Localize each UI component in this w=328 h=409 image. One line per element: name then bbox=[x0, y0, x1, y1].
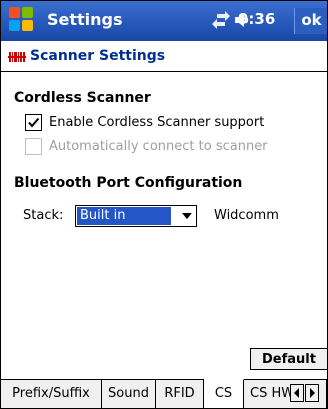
tab-rfid[interactable]: RFID bbox=[156, 380, 204, 408]
enable-cordless-label[interactable]: Enable Cordless Scanner support bbox=[49, 115, 264, 130]
tab-prefix-suffix[interactable]: Prefix/Suffix bbox=[1, 380, 102, 408]
window-title: Settings bbox=[47, 10, 123, 29]
tab-scroll-right[interactable] bbox=[305, 384, 319, 402]
cordless-section-title: Cordless Scanner bbox=[14, 90, 151, 106]
checkmark-icon bbox=[28, 117, 40, 128]
auto-connect-label[interactable]: Automatically connect to scanner bbox=[49, 139, 268, 154]
connectivity-icon[interactable] bbox=[211, 10, 231, 30]
auto-connect-checkbox[interactable] bbox=[25, 138, 42, 155]
ok-button[interactable]: ok bbox=[294, 8, 327, 34]
stack-label: Stack: bbox=[23, 208, 64, 223]
bluetooth-section-title: Bluetooth Port Configuration bbox=[14, 175, 243, 191]
tab-scroll-left[interactable] bbox=[290, 384, 304, 402]
scanner-settings-icon bbox=[8, 51, 26, 63]
windows-start-icon[interactable] bbox=[9, 7, 35, 33]
widcomm-label: Widcomm bbox=[214, 208, 279, 223]
stack-select-value: Built in bbox=[77, 207, 171, 225]
title-bar: Settings 9:36 ok bbox=[1, 1, 327, 41]
arrow-right-icon bbox=[310, 388, 315, 398]
default-button[interactable]: Default bbox=[250, 348, 327, 370]
chevron-down-icon[interactable] bbox=[180, 211, 194, 221]
stack-select[interactable]: Built in bbox=[75, 205, 197, 227]
tab-cs[interactable]: CS bbox=[204, 379, 244, 408]
clock-time[interactable]: 9:36 bbox=[238, 10, 275, 28]
arrow-left-icon bbox=[294, 388, 299, 398]
tab-sound[interactable]: Sound bbox=[102, 380, 156, 408]
tab-bar: Prefix/Suffix Sound RFID CS CS HW bbox=[1, 379, 327, 408]
device-screen: Settings 9:36 ok Scanner Settings Cordle… bbox=[0, 0, 328, 409]
app-header: Scanner Settings bbox=[1, 41, 327, 72]
app-title: Scanner Settings bbox=[30, 48, 166, 64]
enable-cordless-checkbox[interactable] bbox=[25, 114, 42, 131]
